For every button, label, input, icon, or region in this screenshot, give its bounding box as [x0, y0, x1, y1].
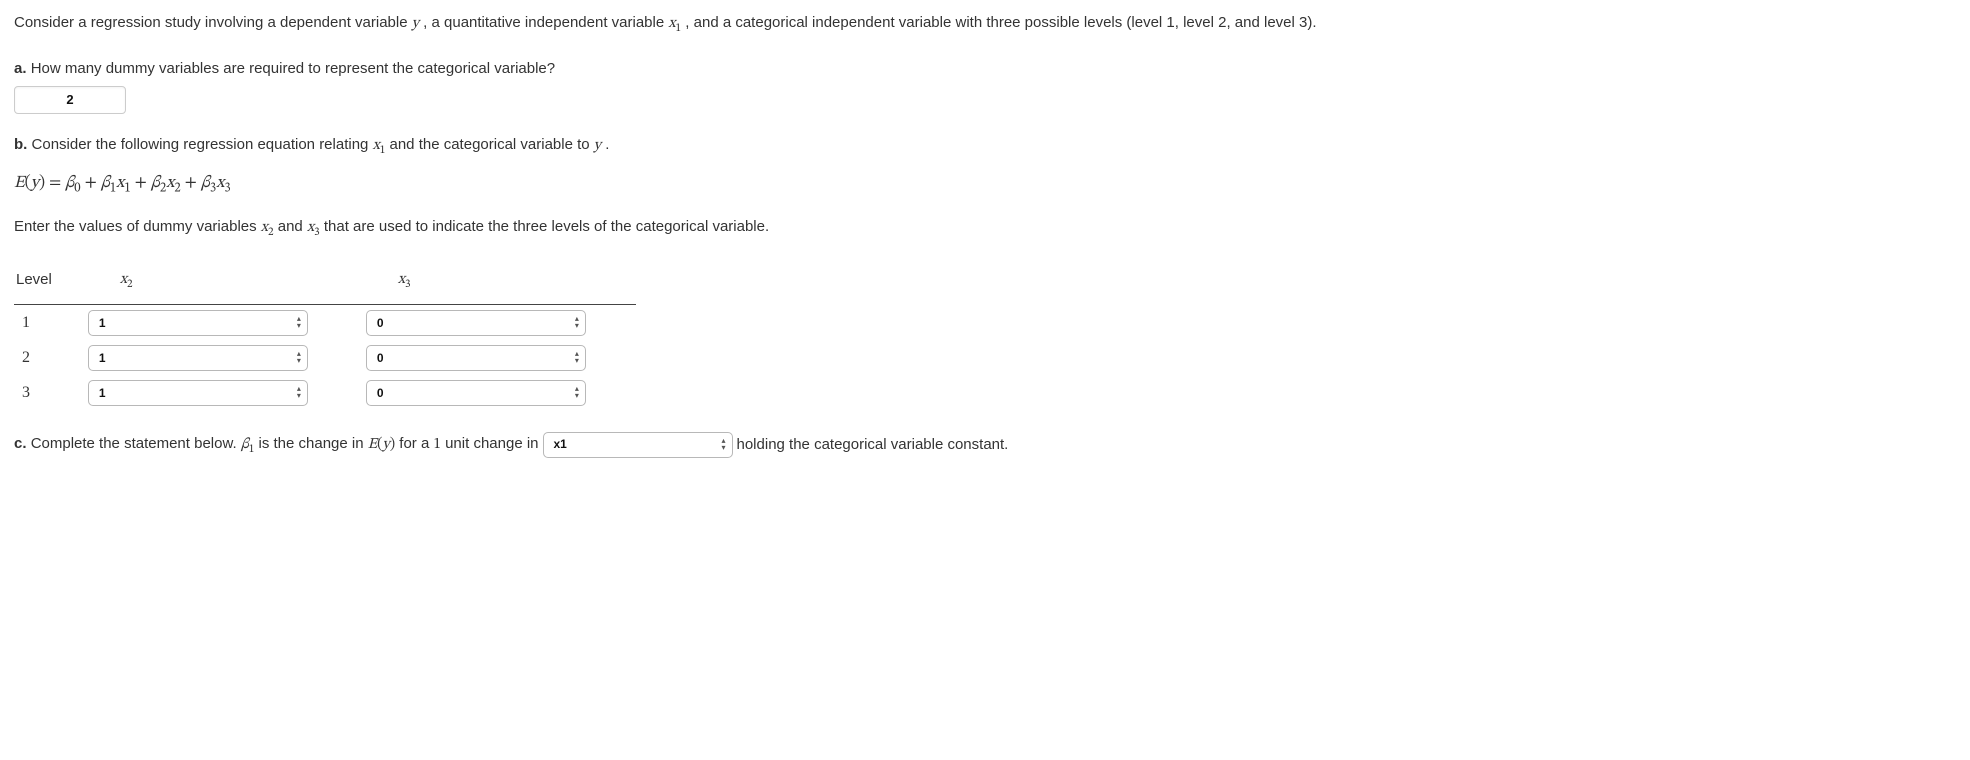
var-x2: x2 [261, 220, 274, 235]
var-y-b: y [594, 138, 601, 153]
intro-text-2: , a quantitative independent variable [423, 14, 668, 31]
part-c-select[interactable]: x1 ▴▾ [543, 432, 733, 458]
part-a-question-text: How many dummy variables are required to… [31, 60, 555, 77]
stepper-arrows-icon: ▴▾ [297, 351, 301, 365]
part-c-text-5: holding the categorical variable constan… [737, 432, 1009, 458]
part-b-label: b. [14, 136, 27, 153]
x3-stepper-row3[interactable]: 0▴▾ [366, 380, 586, 406]
x2-stepper-row2[interactable]: 1▴▾ [88, 345, 308, 371]
part-a-answer-input[interactable]: 2 [14, 86, 126, 114]
var-x1: x1 [668, 16, 681, 31]
part-b-instruction: Enter the values of dummy variables x2 a… [14, 214, 1956, 242]
var-x3: x3 [307, 220, 320, 235]
instr-and: and [278, 218, 307, 235]
part-c-text-3: for a [399, 435, 433, 452]
regression-equation: E(y) = β0 + β1x1 + β2x2 + β3x3 [14, 170, 1956, 200]
stepper-arrows-icon: ▴▾ [575, 386, 579, 400]
col-header-level: Level [14, 260, 80, 305]
part-b-text-2: and the categorical variable to [390, 136, 594, 153]
instr-text-1: Enter the values of dummy variables [14, 218, 261, 235]
intro-text-1: Consider a regression study involving a … [14, 14, 412, 31]
table-row: 1 1▴▾ 0▴▾ [14, 305, 636, 341]
x2-stepper-row3[interactable]: 1▴▾ [88, 380, 308, 406]
part-b-question: b. Consider the following regression equ… [14, 132, 1956, 160]
stepper-arrows-icon: ▴▾ [721, 438, 725, 452]
table-row: 3 1▴▾ 0▴▾ [14, 375, 636, 410]
part-c-text-1: Complete the statement below. [31, 435, 241, 452]
stepper-arrows-icon: ▴▾ [575, 351, 579, 365]
level-cell: 3 [14, 375, 80, 410]
part-b-text-3: . [605, 136, 609, 153]
x2-stepper-row1[interactable]: 1▴▾ [88, 310, 308, 336]
var-y: y [412, 16, 419, 31]
part-b-text-1: Consider the following regression equati… [32, 136, 373, 153]
part-a: a. How many dummy variables are required… [14, 56, 1956, 114]
x3-stepper-row1[interactable]: 0▴▾ [366, 310, 586, 336]
intro-text-3: , and a categorical independent variable… [685, 14, 1316, 31]
part-c-text-2: is the change in [259, 435, 368, 452]
beta1: β1 [241, 437, 255, 452]
E-of-y: E(y) [368, 437, 395, 452]
part-c-label: c. [14, 435, 27, 452]
part-a-label: a. [14, 60, 27, 77]
var-x1-b: x1 [373, 138, 386, 153]
stepper-arrows-icon: ▴▾ [297, 316, 301, 330]
col-header-x3: x3 [358, 260, 636, 305]
x3-stepper-row2[interactable]: 0▴▾ [366, 345, 586, 371]
level-cell: 2 [14, 340, 80, 375]
level-cell: 1 [14, 305, 80, 341]
part-c: c. Complete the statement below. β1 is t… [14, 431, 1956, 459]
part-c-text-4: unit change in [445, 435, 538, 452]
one: 1 [433, 437, 440, 452]
dummy-variable-table: Level x2 x3 1 1▴▾ 0▴▾ 2 1▴▾ 0▴▾ 3 1▴▾ 0▴… [14, 260, 636, 411]
stepper-arrows-icon: ▴▾ [297, 386, 301, 400]
intro-paragraph: Consider a regression study involving a … [14, 10, 1956, 38]
instr-text-2: that are used to indicate the three leve… [324, 218, 769, 235]
part-a-question: a. How many dummy variables are required… [14, 56, 1956, 82]
stepper-arrows-icon: ▴▾ [575, 316, 579, 330]
table-row: 2 1▴▾ 0▴▾ [14, 340, 636, 375]
col-header-x2: x2 [80, 260, 358, 305]
